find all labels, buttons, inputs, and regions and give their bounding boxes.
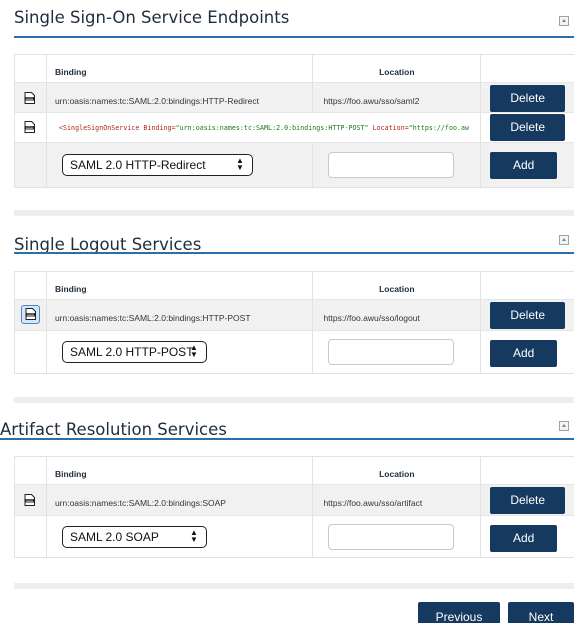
delete-button[interactable]: Delete [490, 114, 566, 141]
slo-header: Single Logout Services [0, 227, 574, 267]
section-separator [14, 210, 574, 216]
location-header: Location [379, 469, 415, 479]
slo-section: Single Logout Services Binding Location … [0, 227, 574, 374]
add-button[interactable]: Add [490, 152, 558, 179]
binding-value: urn:oasis:names:tc:SAML:2.0:bindings:HTT… [54, 96, 260, 106]
binding-value: urn:oasis:names:tc:SAML:2.0:bindings:SOA… [54, 498, 226, 508]
ars-section: Artifact Resolution Services Binding Loc… [0, 412, 574, 558]
add-button[interactable]: Add [490, 525, 558, 552]
add-button[interactable]: Add [490, 340, 558, 367]
add-row: SAML 2.0 HTTP-Redirect ▲ ▼ Add [15, 143, 574, 187]
collapse-icon[interactable] [559, 235, 569, 245]
ars-title: Artifact Resolution Services [0, 420, 227, 439]
table-row: urn:oasis:names:tc:SAML:2.0:bindings:HTT… [15, 300, 574, 331]
binding-header: Binding [54, 284, 87, 294]
updown-arrows-icon: ▲ ▼ [190, 343, 198, 359]
binding-select[interactable]: SAML 2.0 HTTP-Redirect ▲ ▼ [61, 154, 253, 176]
xml-document-icon-selected[interactable] [21, 305, 40, 324]
sso-header: Single Sign-On Service Endpoints [0, 0, 574, 40]
delete-button[interactable]: Delete [490, 487, 566, 514]
location-value: https://foo.awu/sso/logout [323, 313, 420, 323]
location-input[interactable] [328, 524, 455, 550]
delete-button[interactable]: Delete [490, 302, 566, 329]
xml-document-icon [25, 308, 36, 320]
ars-table: Binding Location urn:oasis:names:tc:SAML… [14, 456, 574, 558]
location-value: https://foo.awu/sso/artifact [323, 498, 423, 508]
binding-select[interactable]: SAML 2.0 SOAP ▲ ▼ [61, 526, 207, 548]
previous-button[interactable]: Previous [418, 602, 500, 623]
table-header: Binding Location [15, 55, 574, 83]
location-input[interactable] [328, 152, 455, 178]
location-input[interactable] [328, 339, 455, 365]
section-separator [14, 583, 574, 589]
delete-button[interactable]: Delete [490, 85, 566, 112]
xml-source-line: <SingleSignOnService Binding="urn:oasis:… [59, 124, 470, 132]
location-value: https://foo.awu/sso/saml2 [323, 96, 420, 106]
xml-document-icon[interactable] [24, 92, 35, 104]
binding-header: Binding [54, 67, 87, 77]
table-row: urn:oasis:names:tc:SAML:2.0:bindings:HTT… [15, 83, 574, 113]
xml-document-icon[interactable] [24, 121, 35, 133]
binding-select[interactable]: SAML 2.0 HTTP-POST ▲ ▼ [61, 341, 207, 363]
binding-header: Binding [54, 469, 87, 479]
sso-title: Single Sign-On Service Endpoints [14, 8, 290, 27]
location-header: Location [379, 67, 415, 77]
ars-divider [0, 438, 574, 440]
table-header: Binding Location [15, 272, 574, 300]
updown-arrows-icon: ▲ ▼ [190, 528, 198, 544]
add-row: SAML 2.0 SOAP ▲ ▼ Add [15, 516, 574, 557]
slo-table: Binding Location urn:oasis:names:tc:SAML… [14, 271, 574, 374]
sso-section: Single Sign-On Service Endpoints Binding… [0, 0, 574, 188]
table-row-xml: Delete <SingleSignOnService Binding="urn… [15, 113, 574, 143]
location-header: Location [379, 284, 415, 294]
binding-value: urn:oasis:names:tc:SAML:2.0:bindings:HTT… [54, 313, 251, 323]
table-row: urn:oasis:names:tc:SAML:2.0:bindings:SOA… [15, 485, 574, 516]
sso-divider [14, 36, 574, 38]
xml-document-icon[interactable] [24, 494, 35, 506]
slo-divider [14, 252, 574, 254]
table-header: Binding Location [15, 457, 574, 485]
collapse-icon[interactable] [559, 421, 569, 431]
updown-arrows-icon: ▲ ▼ [236, 156, 244, 172]
section-separator [14, 397, 574, 403]
sso-table: Binding Location urn:oasis:names:tc:SAML… [14, 54, 574, 188]
add-row: SAML 2.0 HTTP-POST ▲ ▼ Add [15, 331, 574, 373]
ars-header: Artifact Resolution Services [0, 412, 574, 452]
collapse-icon[interactable] [559, 16, 569, 26]
next-button[interactable]: Next [508, 602, 574, 623]
